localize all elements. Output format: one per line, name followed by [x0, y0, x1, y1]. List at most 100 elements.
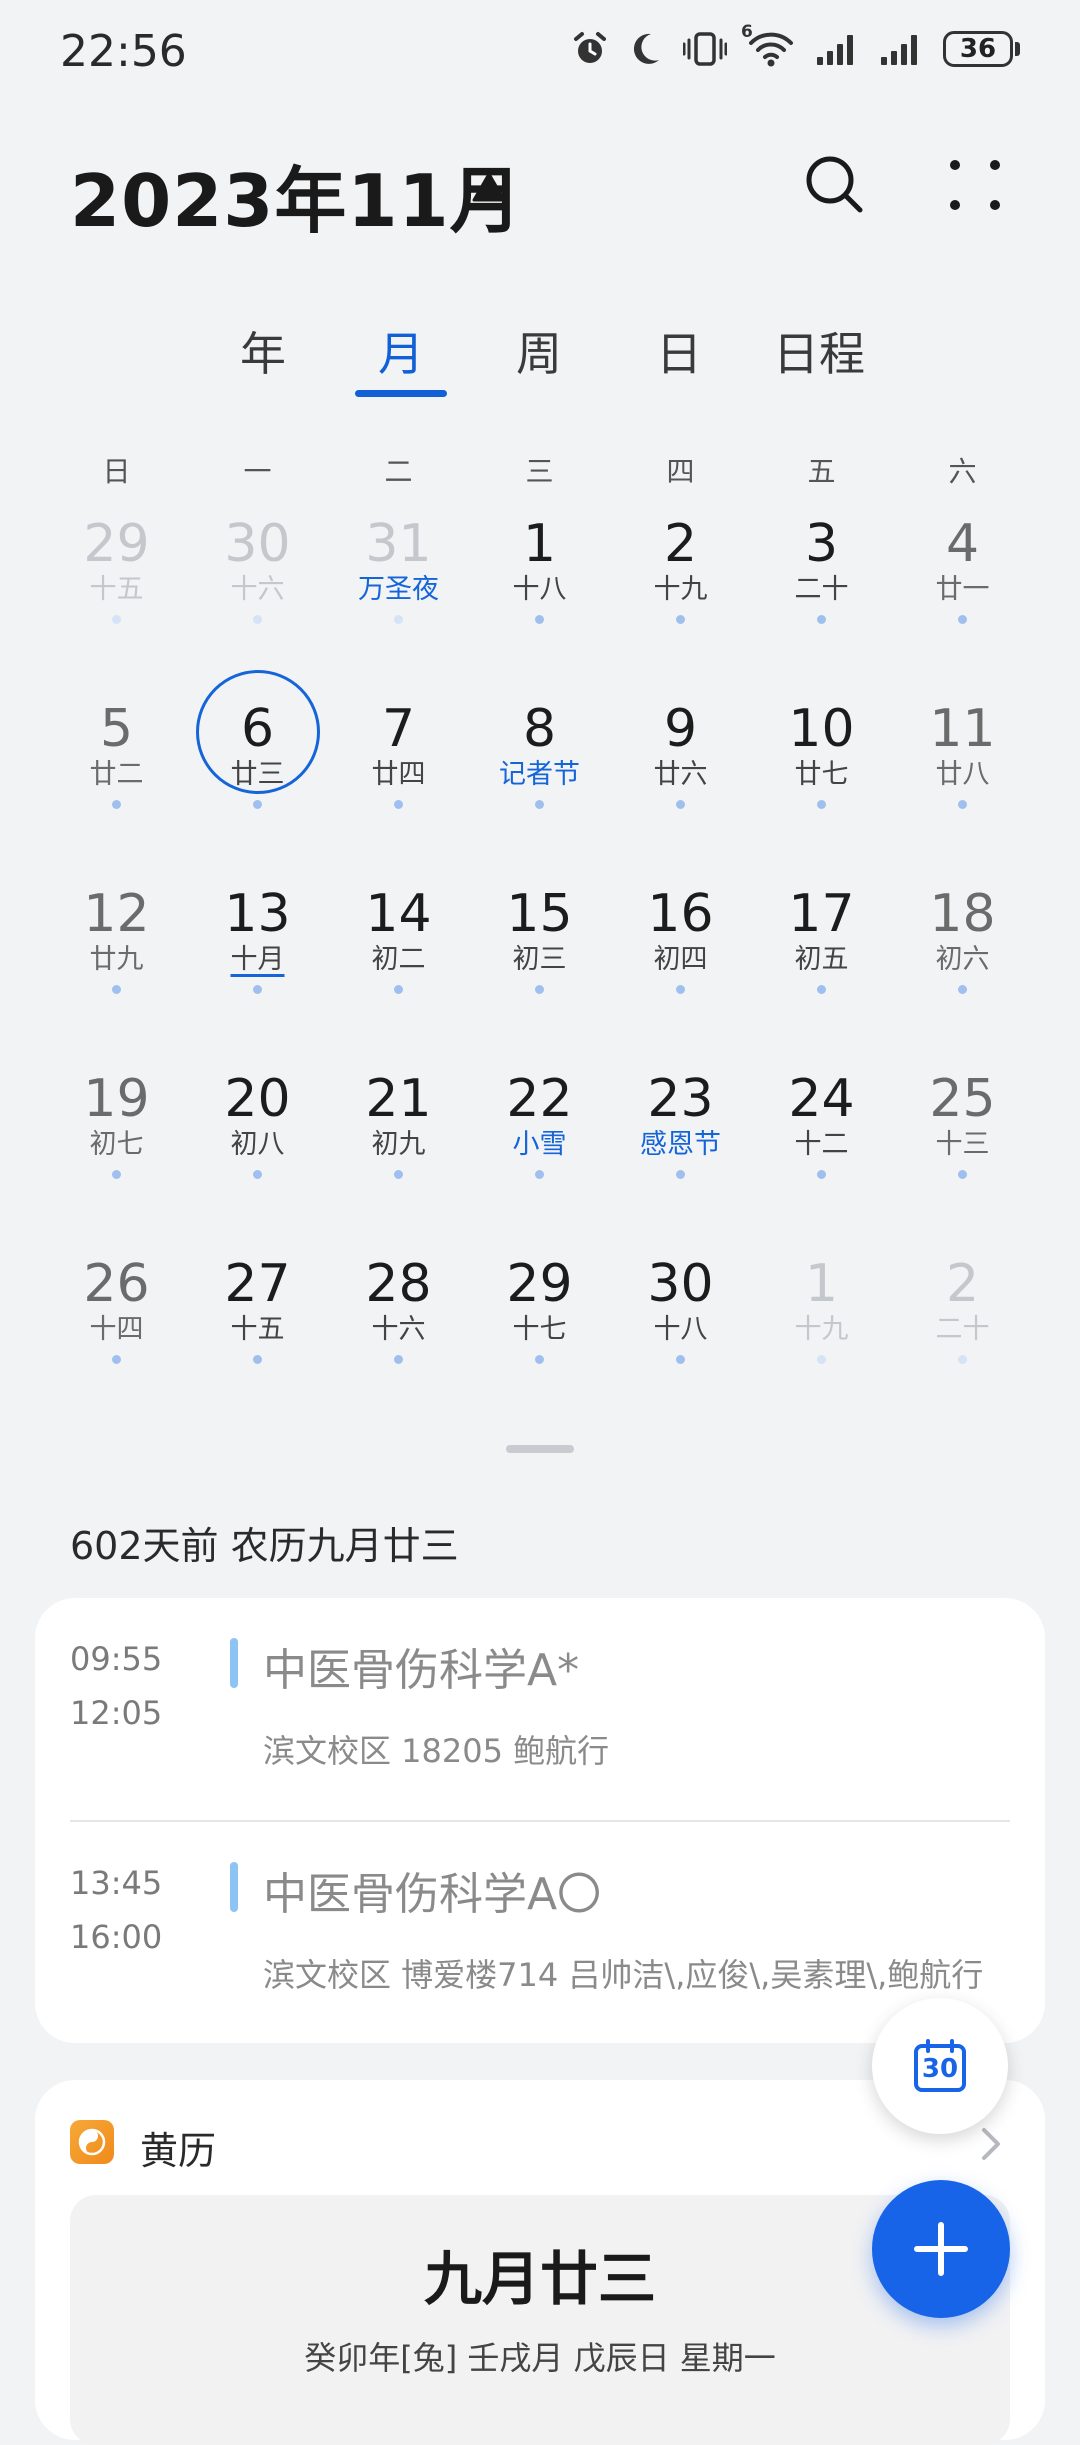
event-item[interactable]: 13:45 16:00	[70, 1856, 162, 1964]
day-number: 21	[365, 1069, 432, 1129]
calendar-day[interactable]: 29 十五	[46, 515, 187, 675]
calendar-day[interactable]: 8 记者节	[469, 700, 610, 860]
event-color-bar	[230, 1862, 238, 1912]
lunar-date: 初二	[371, 944, 426, 975]
calendar-day[interactable]: 13 十月	[187, 885, 328, 1045]
day-number: 29	[83, 514, 150, 574]
moon-icon	[633, 33, 659, 64]
event-start-time: 13:45	[70, 1864, 163, 1902]
day-number: 16	[647, 884, 714, 944]
month-title[interactable]: 2023年11月	[70, 142, 523, 247]
calendar-day[interactable]: 2 十九	[610, 515, 751, 675]
lunar-date: 十六	[230, 574, 285, 605]
calendar-day[interactable]: 17 初五	[751, 885, 892, 1045]
calendar-day[interactable]: 18 初六	[892, 885, 1033, 1045]
calendar-day[interactable]: 4 廿一	[892, 515, 1033, 675]
calendar-day[interactable]: 24 十二	[751, 1070, 892, 1230]
calendar-day[interactable]: 25 十三	[892, 1070, 1033, 1230]
caret-up-icon[interactable]	[470, 170, 508, 204]
day-number: 2	[945, 1254, 980, 1314]
lunar-date: 十九	[794, 1314, 849, 1345]
weekday-label: 三	[525, 455, 554, 488]
calendar-day[interactable]: 16 初四	[610, 885, 751, 1045]
huangli-icon	[70, 2120, 114, 2164]
day-number: 8	[522, 699, 557, 759]
plus-icon	[914, 2222, 968, 2276]
event-dot	[676, 985, 685, 994]
event-dot	[817, 985, 826, 994]
more-icon[interactable]	[945, 155, 1005, 215]
calendar-day[interactable]: 30 十八	[610, 1255, 751, 1415]
calendar-day[interactable]: 11 廿八	[892, 700, 1033, 860]
event-start-time: 09:55	[70, 1640, 163, 1678]
drag-handle[interactable]	[506, 1445, 574, 1453]
event-title[interactable]: 中医骨伤科学A*	[263, 1634, 579, 1698]
lunar-date: 廿二	[89, 759, 144, 790]
calendar-day[interactable]: 26 十四	[46, 1255, 187, 1415]
calendar-day[interactable]: 28 十六	[328, 1255, 469, 1415]
calendar-day[interactable]: 21 初九	[328, 1070, 469, 1230]
lunar-date: 廿八	[935, 759, 990, 790]
lunar-date: 初三	[512, 944, 567, 975]
tab-schedule[interactable]: 日程	[749, 318, 889, 384]
calendar-day[interactable]: 29 十七	[469, 1255, 610, 1415]
event-dot	[676, 1170, 685, 1179]
day-number: 20	[224, 1069, 291, 1129]
tab-month[interactable]: 月	[331, 318, 471, 384]
lunar-date: 二十	[935, 1314, 990, 1345]
day-number: 17	[788, 884, 855, 944]
add-event-button[interactable]	[872, 2180, 1010, 2318]
event-dot	[535, 1355, 544, 1364]
lunar-date: 十九	[653, 574, 708, 605]
today-ring	[196, 670, 320, 794]
calendar-day[interactable]: 6 廿三	[187, 670, 328, 860]
calendar-day[interactable]: 23 感恩节	[610, 1070, 751, 1230]
tab-day[interactable]: 日	[609, 318, 749, 384]
calendar-day[interactable]: 22 小雪	[469, 1070, 610, 1230]
calendar-day[interactable]: 14 初二	[328, 885, 469, 1045]
tab-year[interactable]: 年	[193, 318, 333, 384]
calendar-day[interactable]: 31 万圣夜	[328, 515, 469, 675]
event-title[interactable]: 中医骨伤科学A〇	[263, 1858, 601, 1922]
search-icon[interactable]	[800, 150, 870, 220]
festival-label: 记者节	[499, 759, 580, 790]
calendar-day[interactable]: 15 初三	[469, 885, 610, 1045]
weekday-label: 六	[948, 455, 977, 488]
day-number: 11	[929, 699, 996, 759]
vibrate-icon	[683, 32, 727, 66]
calendar-day[interactable]: 27 十五	[187, 1255, 328, 1415]
calendar-day[interactable]: 7 廿四	[328, 700, 469, 860]
day-number: 13	[224, 884, 291, 944]
calendar-day[interactable]: 2 二十	[892, 1255, 1033, 1415]
lunar-date: 初七	[89, 1129, 144, 1160]
event-dot	[253, 985, 262, 994]
calendar-day[interactable]: 20 初八	[187, 1070, 328, 1230]
event-color-bar	[230, 1638, 238, 1688]
event-item[interactable]: 09:55 12:05	[70, 1632, 162, 1740]
calendar-day[interactable]: 1 十八	[469, 515, 610, 675]
calendar-day[interactable]: 9 廿六	[610, 700, 751, 860]
lunar-date: 廿四	[371, 759, 426, 790]
event-dot	[394, 1355, 403, 1364]
huangli-lunar-date: 九月廿三	[423, 2245, 656, 2313]
lunar-date: 二十	[794, 574, 849, 605]
calendar-day[interactable]: 1 十九	[751, 1255, 892, 1415]
event-dot	[253, 1170, 262, 1179]
go-today-button[interactable]: 30	[872, 1998, 1008, 2134]
day-number: 26	[83, 1254, 150, 1314]
festival-label: 感恩节	[640, 1129, 721, 1160]
calendar-day[interactable]: 5 廿二	[46, 700, 187, 860]
lunar-date: 十六	[371, 1314, 426, 1345]
event-dot	[394, 615, 403, 624]
day-number: 18	[929, 884, 996, 944]
calendar-day[interactable]: 3 二十	[751, 515, 892, 675]
calendar-day[interactable]: 12 廿九	[46, 885, 187, 1045]
event-dot	[253, 800, 262, 809]
calendar-day[interactable]: 19 初七	[46, 1070, 187, 1230]
chevron-right-icon[interactable]	[978, 2124, 1004, 2164]
calendar-day[interactable]: 10 廿七	[751, 700, 892, 860]
lunar-date: 十八	[512, 574, 567, 605]
tab-week[interactable]: 周	[469, 318, 609, 384]
calendar-day[interactable]: 30 十六	[187, 515, 328, 675]
weekday-label: 五	[807, 455, 836, 488]
